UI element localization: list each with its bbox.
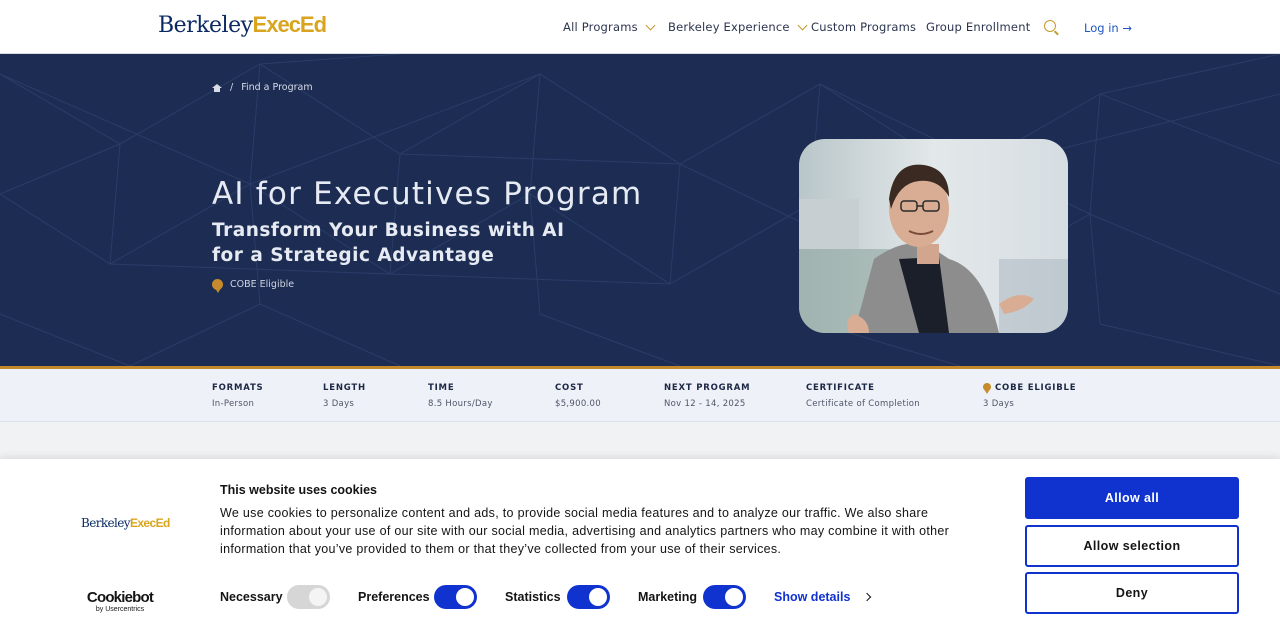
fact-value: 3 Days: [983, 399, 1015, 409]
cookie-site-logo: BerkeleyExecEd: [81, 516, 170, 530]
fact-time: TIME 8.5 Hours/Day: [428, 383, 493, 409]
toggle-label-marketing: Marketing: [638, 590, 698, 604]
award-badge-icon: [212, 279, 223, 293]
logo-berkeley: Berkeley: [158, 13, 253, 38]
toggle-knob: [589, 588, 607, 606]
allow-selection-button[interactable]: Allow selection: [1025, 525, 1239, 567]
toggle-knob: [456, 588, 474, 606]
fact-label: FORMATS: [212, 383, 264, 393]
logo-execed: ExecEd: [129, 516, 170, 530]
show-details-link[interactable]: Show details: [774, 590, 872, 604]
chevron-right-icon: [863, 592, 872, 602]
chevron-down-icon: [797, 20, 808, 30]
nav-label: Group Enrollment: [926, 20, 1031, 34]
breadcrumb-find-program[interactable]: Find a Program: [241, 82, 312, 93]
toggle-label-preferences: Preferences: [358, 590, 430, 604]
program-facts-bar: FORMATS In-Person LENGTH 3 Days TIME 8.5…: [0, 369, 1280, 422]
chevron-down-icon: [645, 20, 656, 30]
page-title: AI for Executives Program: [212, 176, 643, 212]
toggle-label-statistics: Statistics: [505, 590, 561, 604]
berkeley-execed-logo[interactable]: BerkeleyExecEd: [158, 12, 327, 38]
cookie-consent-banner: BerkeleyExecEd Cookiebot by Usercentrics…: [0, 459, 1280, 632]
logo-berkeley: Berkeley: [81, 516, 131, 530]
breadcrumb-separator: /: [230, 82, 234, 93]
cobe-eligible-label: COBE Eligible: [230, 279, 295, 290]
cookiebot-brand: Cookiebot: [86, 589, 154, 606]
cookiebot-logo[interactable]: Cookiebot by Usercentrics: [81, 590, 159, 614]
fact-value: $5,900.00: [555, 399, 601, 409]
fact-formats: FORMATS In-Person: [212, 383, 263, 409]
toggle-marketing[interactable]: [703, 585, 746, 609]
nav-all-programs[interactable]: All Programs: [563, 0, 656, 54]
fact-label-row: COBE ELIGIBLE: [983, 383, 1077, 394]
toggle-necessary: [287, 585, 330, 609]
fact-value: Nov 12 - 14, 2025: [664, 399, 746, 409]
cookiebot-byline: by Usercentrics: [95, 606, 145, 613]
deny-button[interactable]: Deny: [1025, 572, 1239, 614]
fact-next-program: NEXT PROGRAM Nov 12 - 14, 2025: [664, 383, 750, 409]
allow-all-button[interactable]: Allow all: [1025, 477, 1239, 519]
fact-value: 8.5 Hours/Day: [428, 399, 493, 409]
instructor-photo-illustration: [799, 139, 1068, 333]
fact-cost: COST $5,900.00: [555, 383, 601, 409]
cookie-description: We use cookies to personalize content an…: [220, 506, 950, 556]
breadcrumb: / Find a Program: [212, 82, 313, 93]
logo-execed: ExecEd: [252, 12, 327, 37]
nav-berkeley-experience[interactable]: Berkeley Experience: [668, 0, 808, 54]
show-details-label: Show details: [774, 590, 851, 604]
nav-label: Berkeley Experience: [668, 20, 790, 34]
nav-custom-programs[interactable]: Custom Programs: [811, 0, 916, 54]
cobe-eligible-tag: COBE Eligible: [212, 279, 295, 293]
login-link[interactable]: Log in →: [1084, 21, 1132, 35]
page-subtitle: Transform Your Business with AI for a St…: [212, 220, 565, 266]
nav-label: All Programs: [563, 20, 638, 34]
fact-label: COBE ELIGIBLE: [995, 383, 1077, 393]
toggle-knob: [725, 588, 743, 606]
search-icon[interactable]: [1044, 20, 1056, 32]
cookie-title: This website uses cookies: [220, 483, 378, 497]
toggle-knob: [309, 588, 327, 606]
fact-label: NEXT PROGRAM: [664, 383, 751, 393]
fact-cobe-eligible: COBE ELIGIBLE 3 Days: [983, 383, 1076, 409]
location-pin-icon: [983, 383, 991, 394]
fact-label: TIME: [428, 383, 455, 393]
toggle-preferences[interactable]: [434, 585, 477, 609]
fact-certificate: CERTIFICATE Certificate of Completion: [806, 383, 920, 409]
home-icon[interactable]: [212, 83, 222, 92]
nav-group-enrollment[interactable]: Group Enrollment: [926, 0, 1030, 54]
fact-value: 3 Days: [323, 399, 355, 409]
fact-label: LENGTH: [323, 383, 366, 393]
toggle-label-necessary: Necessary: [220, 590, 283, 604]
instructor-photo: [799, 139, 1068, 333]
fact-label: COST: [555, 383, 584, 393]
nav-label: Custom Programs: [811, 20, 917, 34]
fact-length: LENGTH 3 Days: [323, 383, 366, 409]
fact-label: CERTIFICATE: [806, 383, 875, 393]
fact-value: Certificate of Completion: [806, 399, 920, 409]
site-header: BerkeleyExecEd All Programs Berkeley Exp…: [0, 0, 1280, 54]
toggle-statistics[interactable]: [567, 585, 610, 609]
fact-value: In-Person: [212, 399, 255, 409]
